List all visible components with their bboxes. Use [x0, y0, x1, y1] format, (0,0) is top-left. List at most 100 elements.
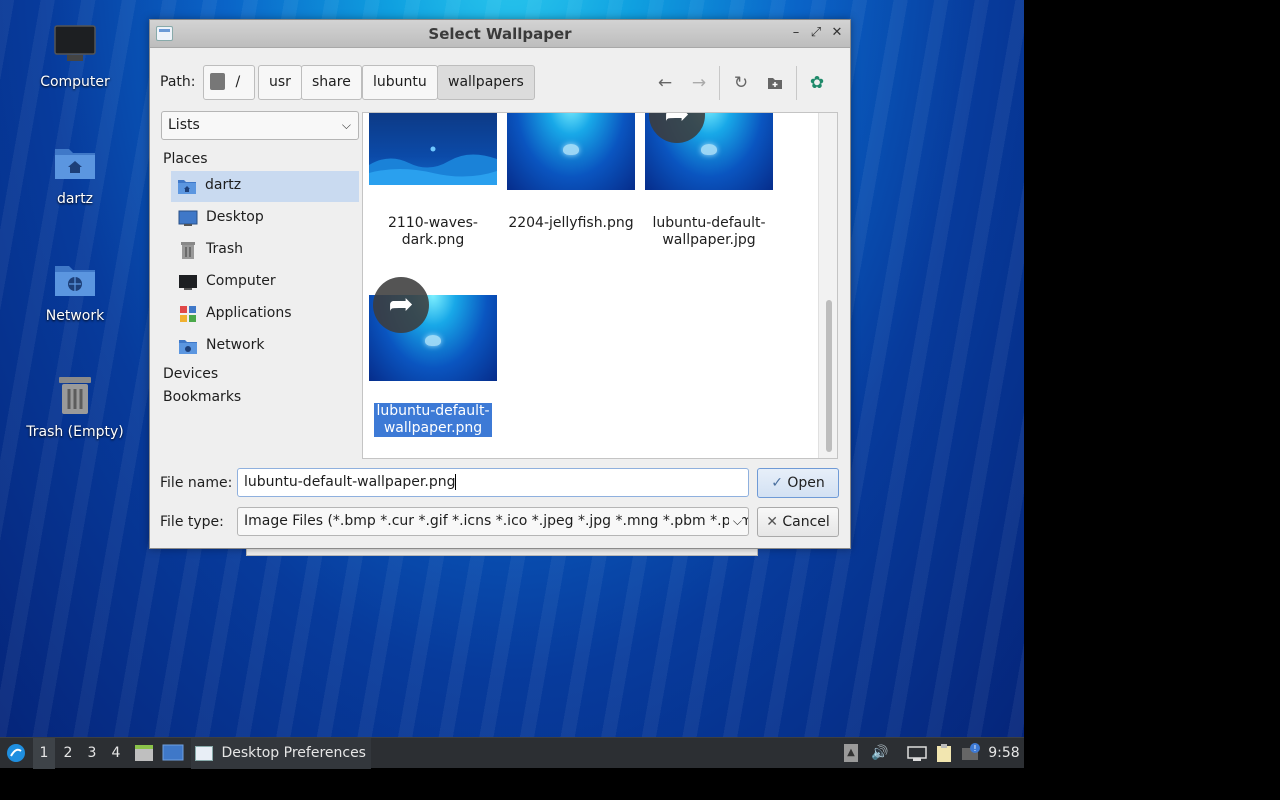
- desktop-icon-label: Network: [45, 308, 105, 324]
- applications-grid-icon: [178, 305, 198, 325]
- tray-up-arrow-icon[interactable]: ▲: [842, 738, 860, 769]
- monitor-icon: [53, 24, 97, 68]
- file-type-select[interactable]: Image Files (*.bmp *.cur *.gif *.icns *.…: [237, 507, 749, 536]
- file-name-label-selected[interactable]: lubuntu-default-wallpaper.png: [374, 403, 492, 437]
- view-mode-select[interactable]: Lists ⌵: [161, 111, 359, 140]
- vertical-scrollbar[interactable]: [818, 113, 837, 458]
- file-manager-launcher[interactable]: [133, 738, 155, 769]
- new-folder-icon[interactable]: [763, 71, 787, 95]
- desktop-icon-computer[interactable]: Computer: [15, 24, 135, 90]
- home-folder-icon: [177, 177, 197, 197]
- network-tray-icon[interactable]: [906, 738, 928, 769]
- text-cursor: [455, 474, 457, 490]
- file-manager-icon: [135, 745, 153, 761]
- file-name-label[interactable]: lubuntu-default-wallpaper.jpg: [640, 215, 778, 249]
- file-thumbnail[interactable]: [507, 113, 635, 190]
- jellyfish-shape: [425, 335, 441, 346]
- wallpaper-thumbnail-image: [507, 113, 635, 190]
- place-dartz[interactable]: dartz: [171, 171, 359, 202]
- workspace-1-button[interactable]: 1: [33, 738, 55, 769]
- settings-gear-icon[interactable]: ✿: [805, 71, 829, 95]
- open-button[interactable]: ✓ Open: [757, 468, 839, 498]
- view-mode-value: Lists: [168, 117, 200, 133]
- bookmarks-heading[interactable]: Bookmarks: [163, 389, 241, 405]
- jellyfish-shape: [701, 144, 717, 155]
- file-thumbnail[interactable]: ➦: [645, 113, 773, 190]
- desktop-icon-label: Trash (Empty): [26, 424, 124, 440]
- svg-text:!: !: [973, 744, 976, 753]
- maximize-button[interactable]: ⤢: [807, 24, 825, 42]
- update-notifier-icon[interactable]: !: [960, 738, 982, 769]
- desktop-icon: [162, 744, 184, 761]
- network-folder-icon: [53, 258, 97, 302]
- drive-icon: [210, 73, 225, 90]
- place-label: Trash: [206, 241, 243, 257]
- lubuntu-logo-icon: [7, 744, 25, 762]
- file-view[interactable]: 2110-waves-dark.png 2204-jellyfish.png ➦…: [362, 112, 838, 459]
- desktop-icon-network[interactable]: Network: [15, 258, 135, 324]
- path-segment-wallpapers[interactable]: wallpapers: [437, 65, 535, 100]
- place-label: Desktop: [206, 209, 264, 225]
- minimize-button[interactable]: –: [787, 24, 805, 42]
- path-segment-usr[interactable]: usr: [258, 65, 302, 100]
- desktop-icon-label: dartz: [56, 191, 94, 207]
- forward-arrow-icon[interactable]: →: [687, 71, 711, 95]
- desktop-icon-home[interactable]: dartz: [15, 141, 135, 207]
- path-segment-lubuntu[interactable]: lubuntu: [362, 65, 438, 100]
- window-title: Select Wallpaper: [428, 25, 572, 43]
- clipboard-icon[interactable]: [933, 738, 955, 769]
- toolbar-separator: [719, 66, 720, 100]
- file-name-label[interactable]: 2204-jellyfish.png: [502, 215, 640, 232]
- desktop-icon-label: Computer: [40, 74, 110, 90]
- close-button[interactable]: ✕: [828, 24, 846, 42]
- file-type-label-caption: File type:: [160, 514, 224, 530]
- window-icon: [195, 745, 213, 761]
- places-heading[interactable]: Places: [163, 151, 208, 167]
- chevron-down-icon: ⌵: [728, 508, 742, 535]
- monitor-icon: [178, 273, 198, 293]
- symlink-arrow-icon: ➦: [373, 277, 429, 333]
- file-name-input[interactable]: lubuntu-default-wallpaper.png: [237, 468, 749, 497]
- file-name-label[interactable]: 2110-waves-dark.png: [364, 215, 502, 249]
- clock[interactable]: 9:58: [986, 738, 1022, 769]
- place-network[interactable]: Network: [172, 331, 360, 362]
- cancel-button[interactable]: ✕ Cancel: [757, 507, 839, 537]
- place-desktop[interactable]: Desktop: [172, 203, 360, 234]
- trash-icon: [178, 241, 198, 261]
- file-thumbnail-selected[interactable]: ➦: [369, 277, 497, 381]
- path-segment-share[interactable]: share: [301, 65, 362, 100]
- select-wallpaper-dialog: Select Wallpaper – ⤢ ✕ Path: / usr share…: [149, 19, 851, 549]
- workspace-4-button[interactable]: 4: [105, 738, 127, 769]
- volume-icon[interactable]: 🔊: [869, 738, 891, 769]
- workspace-2-button[interactable]: 2: [57, 738, 79, 769]
- path-label: Path:: [160, 74, 196, 90]
- place-computer[interactable]: Computer: [172, 267, 360, 298]
- desktop-monitor-icon: [178, 209, 198, 229]
- title-bar[interactable]: Select Wallpaper – ⤢ ✕: [150, 20, 850, 48]
- chevron-down-icon: ⌵: [341, 118, 351, 132]
- start-menu-button[interactable]: [4, 738, 28, 769]
- place-applications[interactable]: Applications: [172, 299, 360, 330]
- scrollbar-thumb[interactable]: [826, 300, 832, 452]
- file-name-label-caption: File name:: [160, 475, 233, 491]
- task-desktop-preferences[interactable]: Desktop Preferences: [191, 738, 371, 769]
- place-label: Network: [206, 337, 265, 353]
- reload-icon[interactable]: ↻: [729, 71, 753, 95]
- trash-icon: [53, 374, 97, 418]
- home-folder-icon: [53, 141, 97, 185]
- desktop-icon-trash[interactable]: Trash (Empty): [15, 374, 135, 440]
- place-label: Applications: [206, 305, 292, 321]
- file-thumbnail[interactable]: [369, 113, 497, 185]
- path-segment-root[interactable]: /: [203, 65, 255, 100]
- back-arrow-icon[interactable]: ←: [653, 71, 677, 95]
- wallpaper-thumbnail-image: [369, 113, 497, 185]
- show-desktop-button[interactable]: [161, 738, 185, 769]
- place-label: dartz: [205, 177, 242, 193]
- workspace-3-button[interactable]: 3: [81, 738, 103, 769]
- place-label: Computer: [206, 273, 276, 289]
- devices-heading[interactable]: Devices: [163, 366, 218, 382]
- jellyfish-shape: [563, 144, 579, 155]
- checkmark-icon: ✓: [771, 475, 783, 491]
- place-trash[interactable]: Trash: [172, 235, 360, 266]
- close-x-icon: ✕: [766, 514, 778, 530]
